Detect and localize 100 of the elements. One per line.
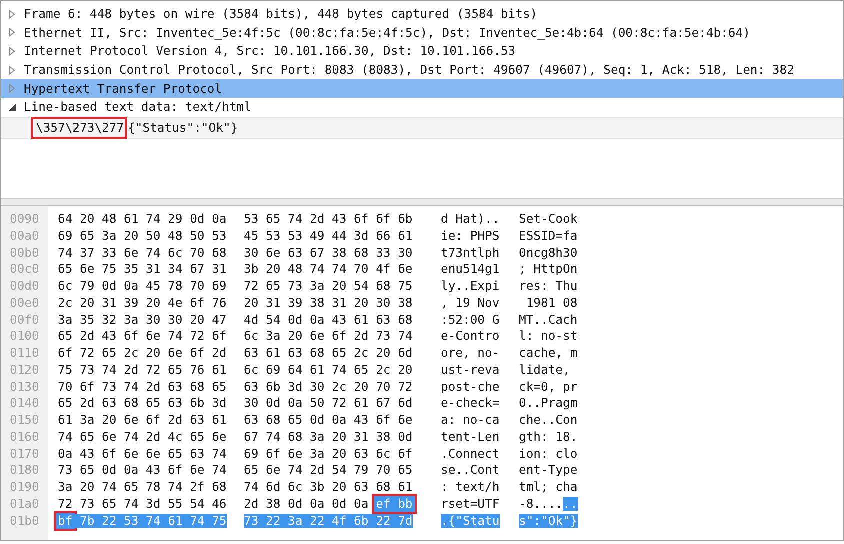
offset-cell-text: 0130 bbox=[9, 378, 40, 396]
ascii-text: MT..Cach bbox=[519, 312, 578, 326]
offset-cell-text: 00c0 bbox=[9, 261, 40, 278]
offset-cell-text: 00a0 bbox=[9, 228, 40, 244]
ascii-text: .. bbox=[563, 496, 578, 511]
offset-cell-text: 01b0 bbox=[9, 512, 40, 530]
ascii-text: ore, no- bbox=[441, 346, 500, 360]
hex-bytes: 0a 43 6f 6e 6e 65 63 74 bbox=[58, 446, 227, 460]
hex-bytes: 45 53 53 49 44 3d 66 61 bbox=[244, 228, 413, 243]
ascii-text: ck=0, pr bbox=[519, 380, 578, 394]
ascii-text: : text/h bbox=[441, 480, 500, 494]
hex-bytes: 61 3a 20 6e 6f 2d 63 61 bbox=[58, 413, 227, 427]
hex-bytes: 6f 72 65 2c 20 6e 6f 2d bbox=[58, 346, 227, 360]
hex-bytes: 69 6f 6e 3a 20 63 6c 6f bbox=[244, 446, 413, 460]
tree-item[interactable]: \357\273\277 {"Status":"Ok"} bbox=[1, 116, 843, 139]
hex-bytes: 64 20 48 61 74 29 0d 0a bbox=[58, 212, 227, 226]
offset-cell-text: 0120 bbox=[9, 362, 40, 378]
tree-item[interactable]: Internet Protocol Version 4, Src: 10.101.166.30, Dst: 10.101.166.53 bbox=[1, 42, 843, 61]
ascii-text: lidate, bbox=[519, 362, 572, 377]
ascii-text: l: no-st bbox=[519, 329, 578, 344]
hex-bytes: 70 6f 73 74 2d 63 68 65 bbox=[58, 380, 227, 394]
hex-bytes: 73 22 3a 22 4f 6b 22 7d bbox=[244, 514, 413, 528]
hex-bytes: 6c 3a 20 6e 6f 2d 73 74 bbox=[244, 329, 413, 344]
offset-cell-text: 00d0 bbox=[9, 278, 40, 295]
hex-bytes: 75 73 74 2d 72 65 76 61 bbox=[58, 362, 227, 377]
ascii-text: gth: 18. bbox=[519, 430, 578, 444]
ascii-text: s":"Ok"} bbox=[519, 514, 578, 528]
offset-cell-text: 00f0 bbox=[9, 312, 40, 328]
ascii-text: ent-Type bbox=[519, 463, 578, 478]
ascii-text: ESSID=fa bbox=[519, 228, 578, 243]
offset-cell-text: 0190 bbox=[9, 479, 40, 496]
offset-cell-text: 0150 bbox=[9, 412, 40, 429]
ascii-text: .Connect bbox=[441, 446, 500, 460]
highlighted-text: \357\273\277 bbox=[31, 116, 128, 139]
offset-cell-text: 0140 bbox=[9, 395, 40, 412]
ascii-text: Set-Cook bbox=[519, 212, 578, 226]
hex-bytes: 72 73 65 74 3d 55 54 46 bbox=[58, 496, 227, 511]
hex-bytes: 2c 20 31 39 20 4e 6f 76 bbox=[58, 296, 227, 310]
offset-cell-text: 0110 bbox=[9, 345, 40, 362]
tree-item[interactable]: Ethernet II, Src: Inventec_5e:4f:5c (00:8c:fa:5e:4f:5c), Dst: Inventec_5e:4b:64 (00:8c:fa:5e:4b:64) bbox=[1, 24, 843, 42]
hex-bytes: 74 37 33 6e 74 6c 70 68 bbox=[58, 246, 227, 260]
ascii-text: -8.... bbox=[519, 496, 564, 511]
hex-bytes: 63 6b 3d 30 2c 20 70 72 bbox=[244, 380, 413, 394]
hex-bytes: 6c 79 0d 0a 45 78 70 69 bbox=[58, 279, 227, 293]
offset-cell-text: 00e0 bbox=[9, 294, 40, 312]
hex-bytes: 7b 22 53 74 61 74 75 bbox=[72, 514, 227, 528]
hex-bytes: 72 65 73 3a 20 54 68 75 bbox=[244, 279, 413, 293]
ascii-text: t73ntlph bbox=[441, 246, 500, 260]
ascii-text: d Hat).. bbox=[441, 212, 500, 226]
hex-bytes: 3b 20 48 74 74 70 4f 6e bbox=[244, 262, 413, 276]
ascii-text: a: no-ca bbox=[441, 413, 500, 427]
hex-bytes: 65 2d 63 68 65 63 6b 3d bbox=[58, 396, 227, 410]
hex-bytes: 69 65 3a 20 50 48 50 53 bbox=[58, 228, 227, 243]
offset-cell-text: 0180 bbox=[9, 462, 40, 479]
offset-cell-text: 00b0 bbox=[9, 244, 40, 262]
ascii-text: e-Contro bbox=[441, 329, 500, 344]
hex-bytes: 73 65 0d 0a 43 6f 6e 74 bbox=[58, 463, 227, 478]
ascii-text: tent-Len bbox=[441, 430, 500, 444]
hex-bytes: 65 6e 74 2d 54 79 70 65 bbox=[244, 463, 413, 478]
ascii-text: ; HttpOn bbox=[519, 262, 578, 276]
hex-bytes: 3a 20 74 65 78 74 2f 68 bbox=[58, 480, 227, 494]
ascii-text: post-che bbox=[441, 380, 500, 394]
ascii-text: e-check= bbox=[441, 396, 500, 410]
ascii-text: 1981 08 bbox=[525, 296, 578, 310]
ascii-text: tml; cha bbox=[519, 480, 578, 494]
hex-bytes: 67 74 68 3a 20 31 38 0d bbox=[244, 430, 413, 444]
ascii-text: , 19 Nov bbox=[441, 296, 500, 310]
hex-bytes: 65 2d 43 6f 6e 74 72 6f bbox=[58, 329, 227, 344]
tree-item[interactable]: Hypertext Transfer Protocol bbox=[1, 79, 843, 98]
ascii-text: 0..Pragm bbox=[519, 396, 578, 410]
hex-bytes: 63 68 65 0d 0a 43 6f 6e bbox=[244, 413, 413, 427]
ascii-text: ust-reva bbox=[441, 362, 500, 377]
offset-cell-text: 0100 bbox=[9, 328, 40, 345]
ascii-text: res: Thu bbox=[519, 279, 578, 293]
hex-bytes: ef bb bbox=[372, 494, 417, 514]
offset-cell-text: 0160 bbox=[9, 428, 40, 446]
hex-bytes: 2d 38 0d 0a 0d 0a bbox=[244, 496, 370, 511]
expanded-arrow-icon[interactable] bbox=[8, 104, 16, 111]
tree-item[interactable]: Transmission Control Protocol, Src Port: 8083 (8083), Dst Port: 49607 (49607), Seq: 1, Ack: 518, Len: 382 bbox=[1, 60, 843, 80]
hex-bytes: 74 6d 6c 3b 20 63 68 61 bbox=[244, 480, 413, 494]
tree-text: {"Status":"Ok"} bbox=[128, 120, 238, 135]
ascii-text: rset=UTF bbox=[441, 496, 500, 511]
ascii-text: .{"Statu bbox=[441, 514, 500, 528]
ascii-text: ie: PHPS bbox=[441, 228, 500, 243]
hex-bytes: 53 65 74 2d 43 6f 6f 6b bbox=[244, 212, 413, 226]
hex-bytes: 20 31 39 38 31 20 30 38 bbox=[244, 296, 413, 310]
tree-item[interactable]: Line-based text data: text/html bbox=[1, 98, 843, 117]
ascii-text: :52:00 G bbox=[441, 312, 500, 326]
ascii-text: ly..Expi bbox=[441, 279, 500, 293]
ascii-text: enu514g1 bbox=[441, 262, 500, 276]
hex-bytes: 65 6e 75 35 31 34 67 31 bbox=[58, 262, 227, 276]
offset-cell-text: 0170 bbox=[9, 446, 40, 462]
tree-item[interactable]: Frame 6: 448 bytes on wire (3584 bits), 448 bytes captured (3584 bits) bbox=[1, 5, 843, 24]
hex-bytes: 30 6e 63 67 38 68 33 30 bbox=[244, 246, 413, 260]
ascii-text: 0ncg8h30 bbox=[519, 246, 578, 260]
hex-bytes: 6c 69 64 61 74 65 2c 20 bbox=[244, 362, 413, 377]
hex-bytes: 4d 54 0d 0a 43 61 63 68 bbox=[244, 312, 413, 326]
ascii-text: se..Cont bbox=[441, 463, 500, 478]
hex-bytes: 3a 35 32 3a 30 30 20 47 bbox=[58, 312, 227, 326]
hex-bytes: 30 0d 0a 50 72 61 67 6d bbox=[244, 396, 413, 410]
